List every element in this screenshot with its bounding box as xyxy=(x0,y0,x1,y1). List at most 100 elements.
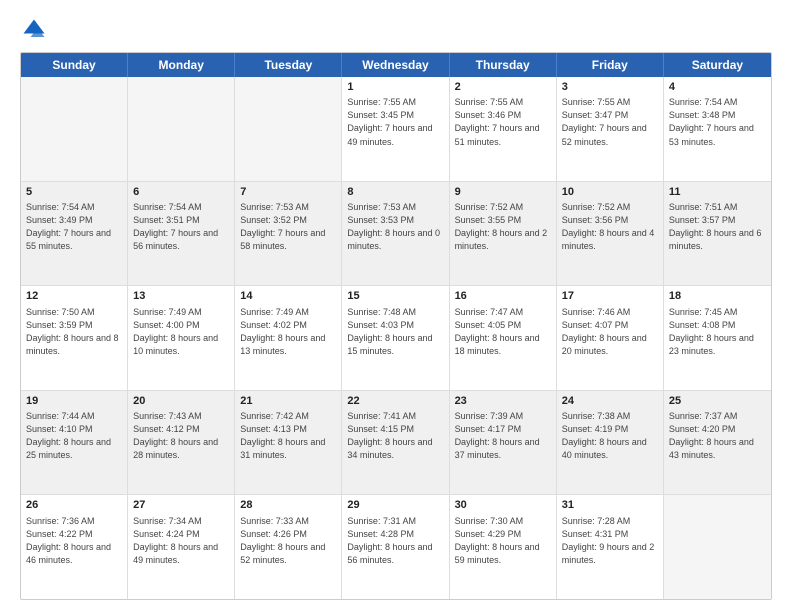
day-cell-28: 28 Sunrise: 7:33 AM Sunset: 4:26 PM Dayli… xyxy=(235,495,342,599)
day-info: Sunrise: 7:55 AM Sunset: 3:45 PM Dayligh… xyxy=(347,96,443,148)
day-number: 11 xyxy=(669,185,766,200)
day-number: 28 xyxy=(240,498,336,513)
day-info: Sunrise: 7:53 AM Sunset: 3:53 PM Dayligh… xyxy=(347,201,443,253)
day-number: 2 xyxy=(455,80,551,95)
day-cell-22: 22Sunrise: 7:41 AM Sunset: 4:15 PM Dayli… xyxy=(342,391,449,495)
day-info: Sunrise: 7:55 AM Sunset: 3:46 PM Dayligh… xyxy=(455,96,551,148)
day-info: Sunrise: 7:42 AM Sunset: 4:13 PM Dayligh… xyxy=(240,410,336,462)
day-number: 24 xyxy=(562,394,658,409)
calendar-body: 1Sunrise: 7:55 AM Sunset: 3:45 PM Daylig… xyxy=(21,77,771,599)
calendar: SundayMondayTuesdayWednesdayThursdayFrid… xyxy=(20,52,772,600)
header-day-saturday: Saturday xyxy=(664,53,771,77)
day-number: 5 xyxy=(26,185,122,200)
day-number: 15 xyxy=(347,289,443,304)
day-number: 12 xyxy=(26,289,122,304)
day-info: Sunrise: 7:53 AM Sunset: 3:52 PM Dayligh… xyxy=(240,201,336,253)
day-info: Sunrise: 7:43 AM Sunset: 4:12 PM Dayligh… xyxy=(133,410,229,462)
day-number: 8 xyxy=(347,185,443,200)
header xyxy=(20,16,772,44)
day-cell-29: 29 Sunrise: 7:31 AM Sunset: 4:28 PM Dayli… xyxy=(342,495,449,599)
day-number: 23 xyxy=(455,394,551,409)
day-cell-26: 26Sunrise: 7:36 AM Sunset: 4:22 PM Dayli… xyxy=(21,495,128,599)
day-info: Sunrise: 7:55 AM Sunset: 3:47 PM Dayligh… xyxy=(562,96,658,148)
day-number: 9 xyxy=(455,185,551,200)
day-number: 27 xyxy=(133,498,229,513)
day-info: Sunrise: 7:46 AM Sunset: 4:07 PM Dayligh… xyxy=(562,306,658,358)
day-number: 30 xyxy=(455,498,551,513)
day-cell-12: 12 Sunrise: 7:50 AM Sunset: 3:59 PM Dayli… xyxy=(21,286,128,390)
day-cell-9: 9Sunrise: 7:52 AM Sunset: 3:55 PM Daylig… xyxy=(450,182,557,286)
day-number: 29 xyxy=(347,498,443,513)
day-info: Sunrise: 7:49 AM Sunset: 4:02 PM Dayligh… xyxy=(240,306,336,358)
day-info: Sunrise: 7:52 AM Sunset: 3:55 PM Dayligh… xyxy=(455,201,551,253)
day-cell-8: 8Sunrise: 7:53 AM Sunset: 3:53 PM Daylig… xyxy=(342,182,449,286)
empty-cell xyxy=(128,77,235,181)
day-number: 22 xyxy=(347,394,443,409)
day-info: Sunrise: 7:49 AM Sunset: 4:00 PM Dayligh… xyxy=(133,306,229,358)
calendar-week-3: 12 Sunrise: 7:50 AM Sunset: 3:59 PM Dayli… xyxy=(21,285,771,390)
day-number: 19 xyxy=(26,394,122,409)
day-info: Sunrise: 7:48 AM Sunset: 4:03 PM Dayligh… xyxy=(347,306,443,358)
day-info: Sunrise: 7:54 AM Sunset: 3:48 PM Dayligh… xyxy=(669,96,766,148)
day-cell-21: 21Sunrise: 7:42 AM Sunset: 4:13 PM Dayli… xyxy=(235,391,342,495)
calendar-week-1: 1Sunrise: 7:55 AM Sunset: 3:45 PM Daylig… xyxy=(21,77,771,181)
header-day-tuesday: Tuesday xyxy=(235,53,342,77)
day-info: Sunrise: 7:33 AM Sunset: 4:26 PM Dayligh… xyxy=(240,515,336,567)
day-number: 31 xyxy=(562,498,658,513)
day-cell-15: 15 Sunrise: 7:48 AM Sunset: 4:03 PM Dayli… xyxy=(342,286,449,390)
day-cell-17: 17Sunrise: 7:46 AM Sunset: 4:07 PM Dayli… xyxy=(557,286,664,390)
day-cell-18: 18 Sunrise: 7:45 AM Sunset: 4:08 PM Dayli… xyxy=(664,286,771,390)
logo xyxy=(20,16,52,44)
empty-cell xyxy=(664,495,771,599)
day-info: Sunrise: 7:30 AM Sunset: 4:29 PM Dayligh… xyxy=(455,515,551,567)
calendar-header: SundayMondayTuesdayWednesdayThursdayFrid… xyxy=(21,53,771,77)
day-cell-10: 10Sunrise: 7:52 AM Sunset: 3:56 PM Dayli… xyxy=(557,182,664,286)
header-day-sunday: Sunday xyxy=(21,53,128,77)
day-cell-25: 25Sunrise: 7:37 AM Sunset: 4:20 PM Dayli… xyxy=(664,391,771,495)
day-info: Sunrise: 7:41 AM Sunset: 4:15 PM Dayligh… xyxy=(347,410,443,462)
day-cell-6: 6Sunrise: 7:54 AM Sunset: 3:51 PM Daylig… xyxy=(128,182,235,286)
day-info: Sunrise: 7:36 AM Sunset: 4:22 PM Dayligh… xyxy=(26,515,122,567)
day-cell-24: 24Sunrise: 7:38 AM Sunset: 4:19 PM Dayli… xyxy=(557,391,664,495)
header-day-wednesday: Wednesday xyxy=(342,53,449,77)
day-info: Sunrise: 7:34 AM Sunset: 4:24 PM Dayligh… xyxy=(133,515,229,567)
day-cell-19: 19Sunrise: 7:44 AM Sunset: 4:10 PM Dayli… xyxy=(21,391,128,495)
header-day-thursday: Thursday xyxy=(450,53,557,77)
day-number: 1 xyxy=(347,80,443,95)
day-cell-4: 4Sunrise: 7:54 AM Sunset: 3:48 PM Daylig… xyxy=(664,77,771,181)
day-cell-1: 1Sunrise: 7:55 AM Sunset: 3:45 PM Daylig… xyxy=(342,77,449,181)
day-info: Sunrise: 7:47 AM Sunset: 4:05 PM Dayligh… xyxy=(455,306,551,358)
calendar-week-2: 5Sunrise: 7:54 AM Sunset: 3:49 PM Daylig… xyxy=(21,181,771,286)
day-cell-5: 5Sunrise: 7:54 AM Sunset: 3:49 PM Daylig… xyxy=(21,182,128,286)
day-info: Sunrise: 7:37 AM Sunset: 4:20 PM Dayligh… xyxy=(669,410,766,462)
day-cell-2: 2Sunrise: 7:55 AM Sunset: 3:46 PM Daylig… xyxy=(450,77,557,181)
day-number: 18 xyxy=(669,289,766,304)
header-day-monday: Monday xyxy=(128,53,235,77)
day-info: Sunrise: 7:45 AM Sunset: 4:08 PM Dayligh… xyxy=(669,306,766,358)
day-number: 4 xyxy=(669,80,766,95)
day-number: 3 xyxy=(562,80,658,95)
day-cell-16: 16 Sunrise: 7:47 AM Sunset: 4:05 PM Dayli… xyxy=(450,286,557,390)
empty-cell xyxy=(21,77,128,181)
day-info: Sunrise: 7:54 AM Sunset: 3:51 PM Dayligh… xyxy=(133,201,229,253)
day-number: 16 xyxy=(455,289,551,304)
day-info: Sunrise: 7:28 AM Sunset: 4:31 PM Dayligh… xyxy=(562,515,658,567)
day-cell-3: 3Sunrise: 7:55 AM Sunset: 3:47 PM Daylig… xyxy=(557,77,664,181)
calendar-week-4: 19Sunrise: 7:44 AM Sunset: 4:10 PM Dayli… xyxy=(21,390,771,495)
day-cell-7: 7Sunrise: 7:53 AM Sunset: 3:52 PM Daylig… xyxy=(235,182,342,286)
page: SundayMondayTuesdayWednesdayThursdayFrid… xyxy=(0,0,792,612)
day-info: Sunrise: 7:38 AM Sunset: 4:19 PM Dayligh… xyxy=(562,410,658,462)
day-number: 13 xyxy=(133,289,229,304)
logo-icon xyxy=(20,16,48,44)
day-number: 10 xyxy=(562,185,658,200)
day-cell-11: 11Sunrise: 7:51 AM Sunset: 3:57 PM Dayli… xyxy=(664,182,771,286)
day-cell-20: 20Sunrise: 7:43 AM Sunset: 4:12 PM Dayli… xyxy=(128,391,235,495)
day-info: Sunrise: 7:31 AM Sunset: 4:28 PM Dayligh… xyxy=(347,515,443,567)
day-number: 21 xyxy=(240,394,336,409)
day-info: Sunrise: 7:44 AM Sunset: 4:10 PM Dayligh… xyxy=(26,410,122,462)
day-cell-14: 14Sunrise: 7:49 AM Sunset: 4:02 PM Dayli… xyxy=(235,286,342,390)
day-cell-13: 13 Sunrise: 7:49 AM Sunset: 4:00 PM Dayli… xyxy=(128,286,235,390)
day-info: Sunrise: 7:54 AM Sunset: 3:49 PM Dayligh… xyxy=(26,201,122,253)
day-info: Sunrise: 7:50 AM Sunset: 3:59 PM Dayligh… xyxy=(26,306,122,358)
calendar-week-5: 26Sunrise: 7:36 AM Sunset: 4:22 PM Dayli… xyxy=(21,494,771,599)
